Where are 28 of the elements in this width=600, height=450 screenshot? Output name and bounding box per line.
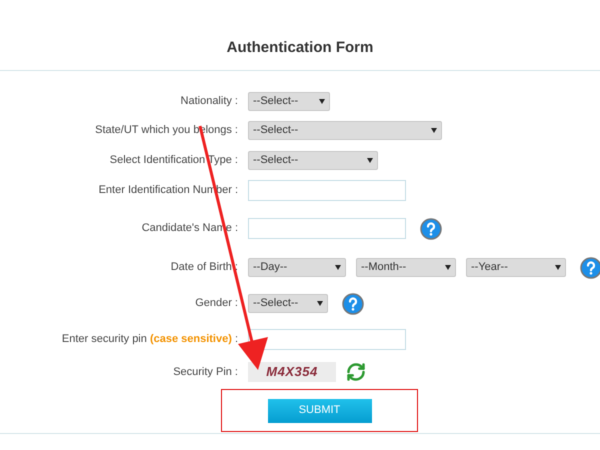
select-dropdown[interactable]: --Month--	[356, 258, 456, 276]
select-dropdown[interactable]: --Select--	[248, 294, 328, 312]
caret-icon	[335, 264, 341, 270]
select-dropdown[interactable]: --Select--	[248, 92, 330, 110]
caret-icon	[431, 128, 437, 132]
caret-icon	[317, 300, 323, 306]
select-dropdown[interactable]: --Select--	[248, 120, 442, 140]
field-label: Gender :	[195, 296, 238, 309]
help-icon[interactable]	[420, 218, 442, 240]
input-field[interactable]	[248, 218, 406, 238]
field-label: Security Pin :	[173, 366, 238, 378]
help-icon[interactable]	[580, 257, 600, 279]
captcha-image: M4X354	[248, 362, 336, 382]
caret-icon	[367, 158, 373, 162]
help-icon[interactable]	[342, 293, 364, 315]
form-title: Authentication Form	[226, 38, 374, 58]
caret-icon	[319, 98, 325, 104]
caret-icon	[445, 264, 451, 270]
input-field[interactable]	[248, 328, 406, 350]
caret-icon	[555, 264, 561, 270]
refresh-icon[interactable]	[346, 362, 366, 382]
select-dropdown[interactable]: --Select--	[248, 150, 378, 170]
field-label: Nationality :	[180, 94, 238, 107]
input-field[interactable]	[248, 180, 406, 200]
field-label: Enter security pin (case sensitive) :	[62, 332, 238, 345]
select-dropdown[interactable]: --Day--	[248, 258, 346, 276]
field-label: Date of Birth :	[170, 260, 238, 273]
select-dropdown[interactable]: --Year--	[466, 258, 566, 276]
